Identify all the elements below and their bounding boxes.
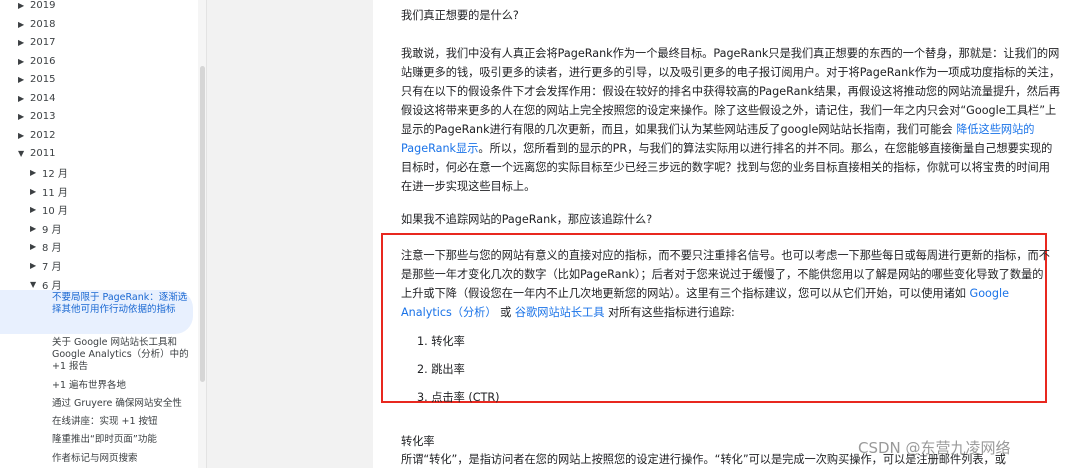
sidebar-year-4[interactable]: ▶ 2015 <box>18 74 55 85</box>
caret-right-icon: ▶ <box>18 56 25 66</box>
sidebar-year-label: 2018 <box>30 18 56 30</box>
sidebar-month-label: 12 月 <box>42 169 68 180</box>
caret-right-icon: ▶ <box>30 205 37 215</box>
sidebar-month-0[interactable]: ▶ 12 月 <box>30 165 68 180</box>
sidebar-year-label: 2016 <box>30 55 56 67</box>
sidebar-year-label: 2017 <box>30 37 56 48</box>
caret-right-icon: ▶ <box>30 186 37 196</box>
sidebar-month-label: 8 月 <box>42 243 62 255</box>
sidebar-post-selected[interactable]: 不要局限于 PageRank：逐渐选择其他可用作行动依据的指标 <box>52 292 188 316</box>
caret-right-icon: ▶ <box>30 223 37 233</box>
archive-sidebar: ▶ 2019 ▶ 2018 ▶ 2017 ▶ 2016 ▶ 2015 ▶ 2014 ▶ 2013 ▶ 2012… <box>0 0 207 468</box>
sidebar-month-label: 11 月 <box>42 187 68 199</box>
content-gutter <box>207 0 373 468</box>
caret-right-icon: ▶ <box>18 112 25 121</box>
caret-right-icon: ▶ <box>30 261 37 270</box>
section-heading: 如果我不追踪网站的PageRank，那应该追踪什么? <box>401 213 653 226</box>
caret-down-icon: ▼ <box>30 279 37 289</box>
caret-right-icon: ▶ <box>18 19 25 29</box>
sidebar-month-label: 10 月 <box>42 206 68 218</box>
sidebar-year-1[interactable]: ▶ 2018 <box>18 19 55 30</box>
sidebar-year-7[interactable]: ▶ 2012 <box>18 130 55 141</box>
sidebar-year-label: 2012 <box>30 129 56 141</box>
caret-right-icon: ▶ <box>18 1 25 10</box>
caret-right-icon: ▶ <box>30 242 37 252</box>
sidebar-year-5[interactable]: ▶ 2014 <box>18 93 55 104</box>
sidebar-year-8[interactable]: ▼ 2011 <box>18 148 55 159</box>
caret-right-icon: ▶ <box>30 168 37 177</box>
watermark: CSDN @东营九凌网络 <box>858 439 1011 457</box>
sidebar-year-label: 2011 <box>30 148 56 159</box>
sidebar-month-2[interactable]: ▶ 10 月 <box>30 202 68 217</box>
article-paragraph: 我敢说，我们中没有人真正会将PageRank作为一个最终目标。PageRank只… <box>401 47 1061 193</box>
article-body: 我们真正想要的是什么? 我敢说，我们中没有人真正会将PageRank作为一个最终… <box>373 0 1078 468</box>
sidebar-month-5[interactable]: ▶ 7 月 <box>30 258 62 273</box>
list-item: 1. 转化率 <box>417 335 465 348</box>
list-item: 3. 点击率 (CTR) <box>417 391 500 404</box>
sidebar-post[interactable]: 通过 Gruyere 确保网站安全性 <box>52 398 192 410</box>
caret-right-icon: ▶ <box>18 130 25 140</box>
caret-right-icon: ▶ <box>18 75 25 84</box>
caret-right-icon: ▶ <box>18 38 25 47</box>
caret-right-icon: ▶ <box>18 93 25 103</box>
sidebar-scrollbar-thumb[interactable] <box>200 66 205 382</box>
sidebar-month-3[interactable]: ▶ 9 月 <box>30 221 62 236</box>
sidebar-year-label: 2013 <box>30 111 56 122</box>
sidebar-post[interactable]: 在线讲座：实现 +1 按钮 <box>52 416 192 428</box>
sidebar-month-1[interactable]: ▶ 11 月 <box>30 184 68 199</box>
sidebar-year-label: 2014 <box>30 92 56 104</box>
section-heading: 我们真正想要的是什么? <box>401 9 519 22</box>
caret-down-icon: ▼ <box>18 149 25 158</box>
sidebar-month-label: 7 月 <box>42 262 62 273</box>
sidebar-post[interactable]: 关于 Google 网站站长工具和 Google Analytics（分析）中的… <box>52 337 192 373</box>
webmaster-tools-link[interactable]: 谷歌网站站长工具 <box>515 306 605 319</box>
sidebar-month-4[interactable]: ▶ 8 月 <box>30 239 62 254</box>
sidebar-year-label: 2015 <box>30 74 56 85</box>
sidebar-post[interactable]: +1 遍布世界各地 <box>52 380 192 392</box>
article-paragraph: 注意一下那些与您的网站有意义的直接对应的指标，而不要只注重排名信号。也可以考虑一… <box>401 249 1050 319</box>
sidebar-year-3[interactable]: ▶ 2016 <box>18 56 55 67</box>
list-item: 2. 跳出率 <box>417 363 465 376</box>
sidebar-post[interactable]: 隆重推出“即时页面”功能 <box>52 434 192 446</box>
sidebar-post[interactable]: 作者标记与网页搜索 <box>52 453 192 465</box>
sidebar-month-label: 9 月 <box>42 224 62 236</box>
sidebar-year-6[interactable]: ▶ 2013 <box>18 111 55 122</box>
sidebar-year-label: 2019 <box>30 0 56 11</box>
sidebar-year-2[interactable]: ▶ 2017 <box>18 37 55 48</box>
sidebar-year-0[interactable]: ▶ 2019 <box>18 0 55 11</box>
